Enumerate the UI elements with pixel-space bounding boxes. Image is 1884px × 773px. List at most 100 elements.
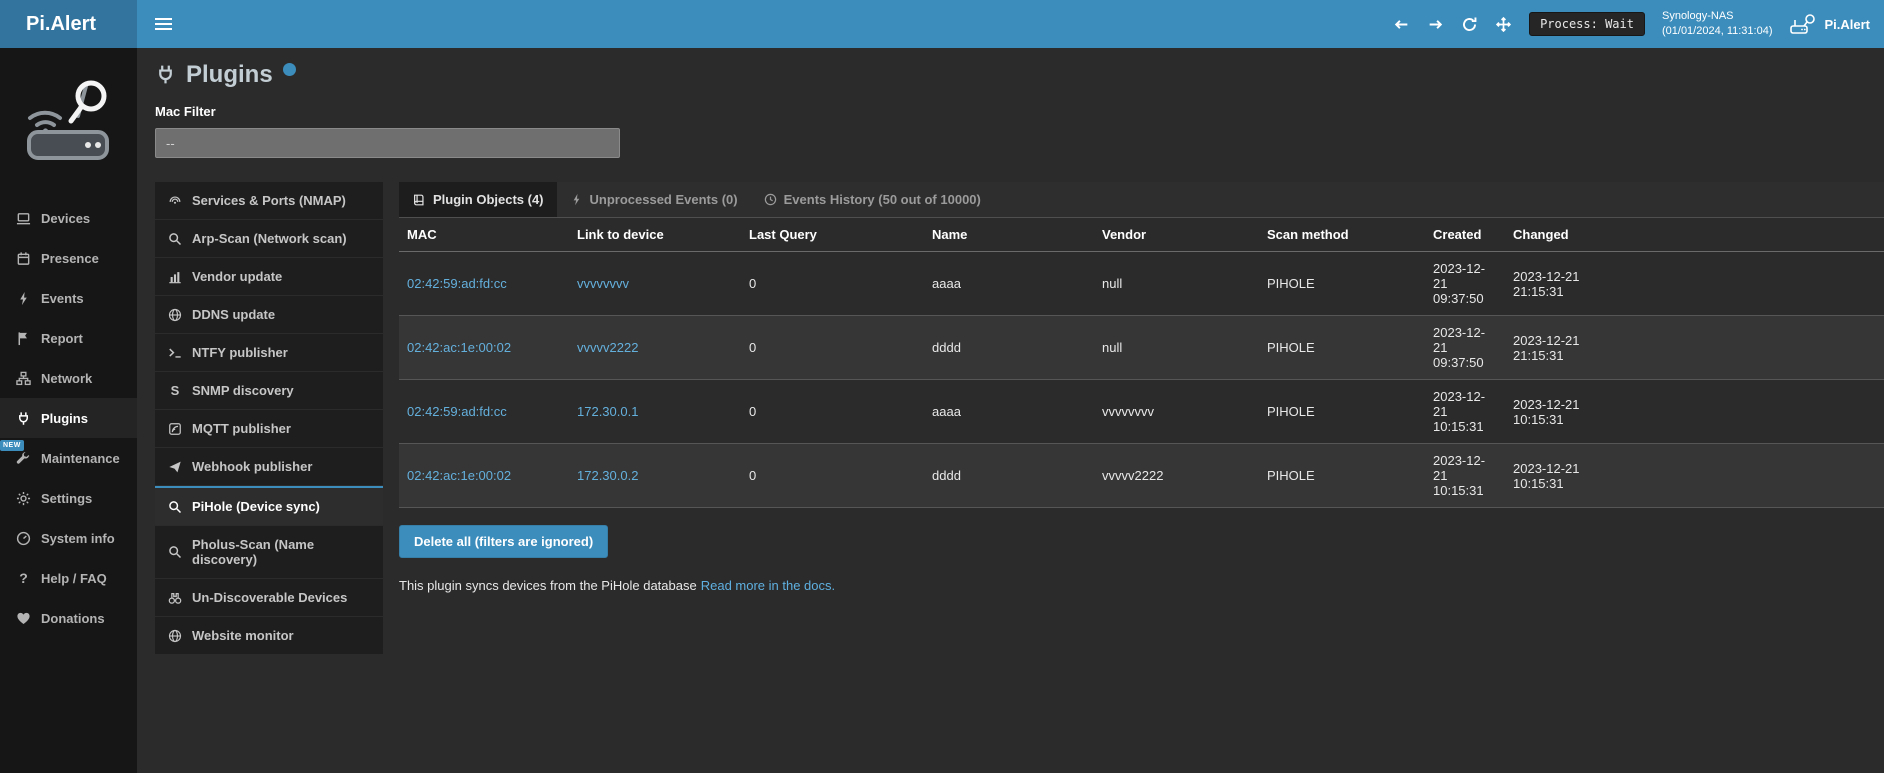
app-name: Pi.Alert	[1824, 17, 1870, 32]
plugin-detail: Plugin Objects (4) Unprocessed Events (0…	[399, 182, 1884, 655]
cell-name: aaaa	[924, 252, 1094, 316]
column-header-last-query[interactable]: Last Query	[741, 218, 924, 252]
topbar-main: Process: Wait Synology-NAS (01/01/2024, …	[137, 0, 1884, 48]
device-link[interactable]: 172.30.0.2	[577, 468, 638, 483]
sidebar-item-plugins[interactable]: Plugins	[0, 398, 137, 438]
sidebar-item-maintenance[interactable]: NEW Maintenance	[0, 438, 137, 478]
column-header-name[interactable]: Name	[924, 218, 1094, 252]
plugin-item-webhook[interactable]: Webhook publisher	[155, 448, 383, 485]
host-name: Synology-NAS	[1662, 9, 1773, 24]
cell-mac: 02:42:ac:1e:00:02	[399, 444, 569, 508]
plugin-item-undiscoverable[interactable]: Un-Discoverable Devices	[155, 579, 383, 616]
table-row: 02:42:59:ad:fd:cc 172.30.0.1 0 aaaa vvvv…	[399, 380, 1884, 444]
mac-link[interactable]: 02:42:ac:1e:00:02	[407, 468, 511, 483]
mac-link[interactable]: 02:42:ac:1e:00:02	[407, 340, 511, 355]
cell-changed: 2023-12-21 21:15:31	[1505, 252, 1589, 316]
plugin-item-vendor-update[interactable]: Vendor update	[155, 258, 383, 295]
sidebar-item-label: Events	[41, 291, 84, 306]
device-link[interactable]: 172.30.0.1	[577, 404, 638, 419]
cell-link-to-device: 172.30.0.1	[569, 380, 741, 444]
plugin-description-text: This plugin syncs devices from the PiHol…	[399, 578, 697, 593]
column-header-changed[interactable]: Changed	[1505, 218, 1589, 252]
plugin-item-pihole[interactable]: PiHole (Device sync)	[155, 486, 383, 525]
mac-filter-label: Mac Filter	[155, 104, 1884, 119]
fullscreen-icon[interactable]	[1495, 16, 1512, 33]
refresh-icon[interactable]	[1461, 16, 1478, 33]
wrench-icon	[15, 451, 32, 466]
pialert-logo-icon	[1789, 13, 1817, 35]
sidebar-item-system-info[interactable]: System info	[0, 518, 137, 558]
heart-icon	[15, 611, 32, 626]
back-icon[interactable]	[1393, 16, 1410, 33]
sidebar-item-help-faq[interactable]: ? Help / FAQ	[0, 558, 137, 598]
cell-link-to-device: 172.30.0.2	[569, 444, 741, 508]
delete-all-button[interactable]: Delete all (filters are ignored)	[399, 525, 608, 558]
hamburger-icon[interactable]	[147, 10, 180, 38]
globe-icon	[167, 629, 183, 643]
layout: Devices Presence Events Report	[0, 48, 1884, 773]
plugin-item-ntfy[interactable]: NTFY publisher	[155, 334, 383, 371]
main-content: Plugins Mac Filter Services & Ports (NMA…	[137, 48, 1884, 773]
docs-link[interactable]: Read more in the docs.	[701, 578, 835, 593]
sidebar-item-report[interactable]: Report	[0, 318, 137, 358]
cell-vendor: null	[1094, 252, 1259, 316]
device-link[interactable]: vvvvv2222	[577, 340, 638, 355]
sidebar-item-events[interactable]: Events	[0, 278, 137, 318]
device-link[interactable]: vvvvvvvv	[577, 276, 629, 291]
column-header-created[interactable]: Created	[1425, 218, 1505, 252]
plugins-info-badge[interactable]	[283, 63, 296, 76]
column-header-scan-method[interactable]: Scan method	[1259, 218, 1425, 252]
plugin-item-arp-scan[interactable]: Arp-Scan (Network scan)	[155, 220, 383, 257]
plugin-objects-table: MAC Link to device Last Query Name Vendo…	[399, 218, 1884, 508]
forward-icon[interactable]	[1427, 16, 1444, 33]
cell-name: aaaa	[924, 380, 1094, 444]
plugins-title-icon	[155, 64, 176, 85]
sidebar-item-devices[interactable]: Devices	[0, 198, 137, 238]
plugin-item-ddns-update[interactable]: DDNS update	[155, 296, 383, 333]
cell-filler	[1589, 380, 1884, 444]
column-header-filler	[1589, 218, 1884, 252]
gear-icon	[15, 491, 32, 506]
signal-icon	[167, 194, 183, 208]
column-header-mac[interactable]: MAC	[399, 218, 569, 252]
sidebar: Devices Presence Events Report	[0, 48, 137, 773]
column-header-vendor[interactable]: Vendor	[1094, 218, 1259, 252]
cell-filler	[1589, 316, 1884, 380]
plugin-item-mqtt[interactable]: MQTT publisher	[155, 410, 383, 447]
flag-icon	[15, 331, 32, 346]
plugin-item-label: Vendor update	[192, 269, 282, 284]
sidebar-item-label: Plugins	[41, 411, 88, 426]
magnifier-icon	[167, 545, 183, 559]
clock-icon	[764, 193, 777, 206]
mac-link[interactable]: 02:42:59:ad:fd:cc	[407, 276, 507, 291]
mac-filter: Mac Filter	[155, 104, 1884, 158]
binoculars-icon	[167, 591, 183, 605]
cell-created: 2023-12-21 10:15:31	[1425, 380, 1505, 444]
cell-link-to-device: vvvvv2222	[569, 316, 741, 380]
plugin-item-nmap[interactable]: Services & Ports (NMAP)	[155, 182, 383, 219]
brand-logo[interactable]: Pi.Alert	[0, 0, 137, 48]
app-identity: Pi.Alert	[1789, 13, 1870, 35]
new-badge: NEW	[0, 440, 24, 451]
sidebar-item-donations[interactable]: Donations	[0, 598, 137, 638]
question-icon: ?	[15, 570, 32, 586]
plugin-item-snmp[interactable]: S SNMP discovery	[155, 372, 383, 409]
plugin-item-label: DDNS update	[192, 307, 275, 322]
sidebar-item-network[interactable]: Network	[0, 358, 137, 398]
sidebar-item-presence[interactable]: Presence	[0, 238, 137, 278]
tab-unprocessed-events[interactable]: Unprocessed Events (0)	[557, 182, 751, 217]
tab-plugin-objects[interactable]: Plugin Objects (4)	[399, 182, 557, 217]
sidebar-item-settings[interactable]: Settings	[0, 478, 137, 518]
tab-label: Events History (50 out of 10000)	[784, 192, 981, 207]
plugin-item-website-monitor[interactable]: Website monitor	[155, 617, 383, 654]
tab-events-history[interactable]: Events History (50 out of 10000)	[751, 182, 994, 217]
cell-name: dddd	[924, 316, 1094, 380]
mac-filter-input[interactable]	[155, 128, 620, 158]
mac-link[interactable]: 02:42:59:ad:fd:cc	[407, 404, 507, 419]
column-header-link[interactable]: Link to device	[569, 218, 741, 252]
pialert-sidebar-logo-icon	[0, 48, 137, 198]
cell-vendor: vvvvvvvv	[1094, 380, 1259, 444]
plugin-item-pholus-scan[interactable]: Pholus-Scan (Name discovery)	[155, 526, 383, 578]
sidebar-item-label: Donations	[41, 611, 105, 626]
cell-scan-method: PIHOLE	[1259, 380, 1425, 444]
